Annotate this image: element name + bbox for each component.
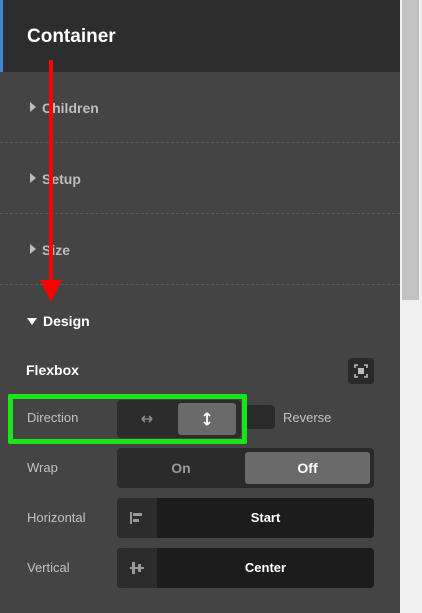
wrap-toggle: On Off — [117, 448, 374, 488]
align-center-icon — [117, 548, 157, 588]
wrap-off-button[interactable]: Off — [245, 452, 370, 484]
flexbox-heading: Flexbox — [26, 362, 79, 378]
scrollbar-thumb[interactable] — [402, 0, 419, 300]
align-start-icon — [117, 498, 157, 538]
expand-icon[interactable] — [348, 358, 374, 384]
vertical-label: Vertical — [27, 560, 70, 575]
annotation-arrow — [40, 60, 62, 302]
reverse-label: Reverse — [283, 410, 332, 425]
inspector-panel: Container Children Setup Size Design Fle… — [0, 0, 400, 613]
reverse-checkbox[interactable] — [246, 405, 275, 429]
horizontal-label: Horizontal — [27, 510, 86, 525]
vertical-align-select[interactable]: Center — [117, 548, 374, 588]
highlight-box — [8, 394, 247, 444]
horizontal-align-value: Start — [250, 510, 281, 525]
wrap-label: Wrap — [27, 460, 58, 475]
horizontal-align-select[interactable]: Start — [117, 498, 374, 538]
vertical-align-value: Center — [244, 560, 287, 575]
wrap-on-button[interactable]: On — [117, 448, 245, 488]
